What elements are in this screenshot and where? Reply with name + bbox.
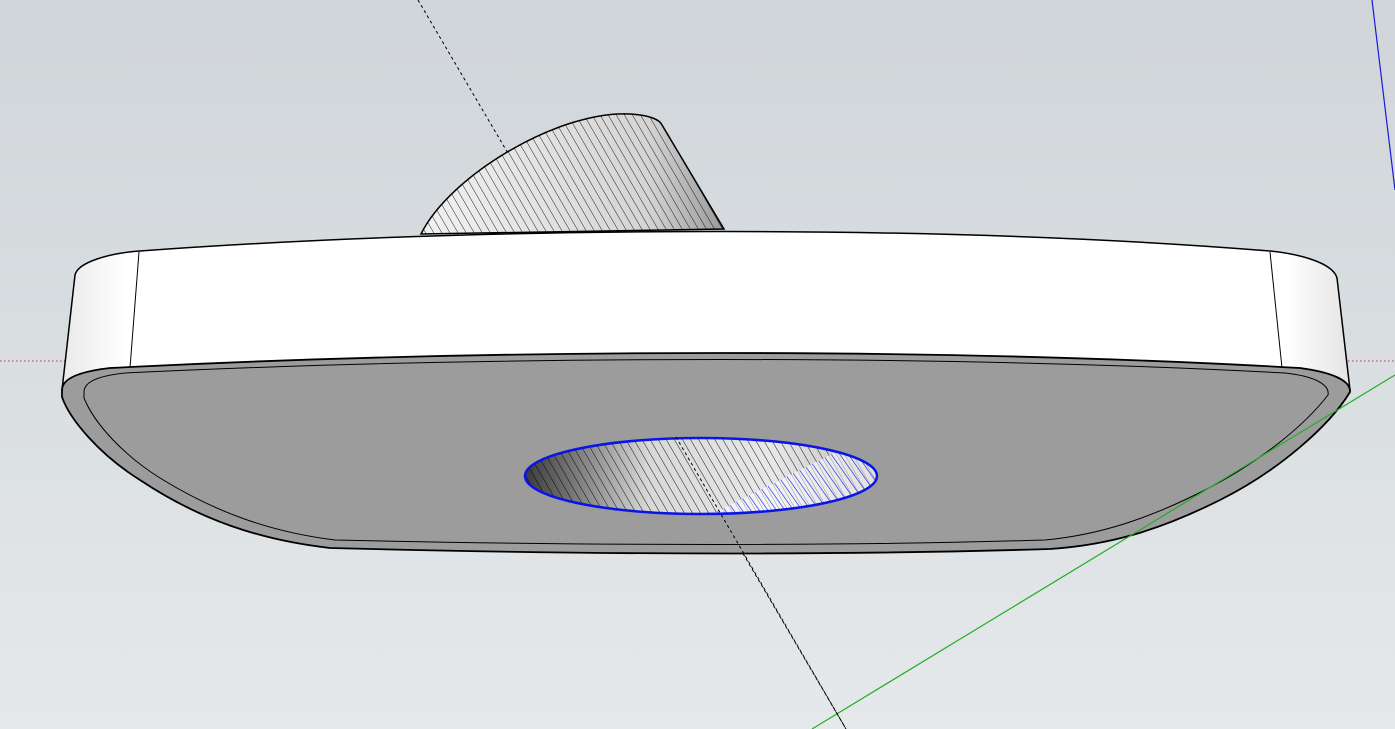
3d-scene[interactable] (0, 0, 1395, 729)
modeling-viewport[interactable] (0, 0, 1395, 729)
cylinder-boss[interactable] (419, 113, 726, 235)
blue-axis (1371, 0, 1395, 191)
